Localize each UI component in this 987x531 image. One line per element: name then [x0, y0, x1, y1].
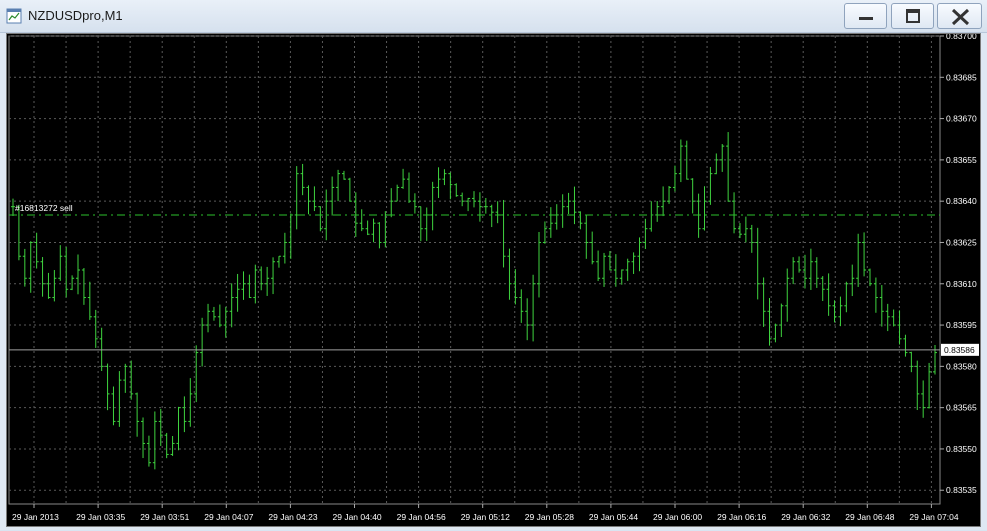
y-tick-label: 0.83550 [946, 444, 977, 454]
chart-window: NZDUSDpro,M1 0.83700 0.83685 0.83670 0.8365… [0, 0, 987, 530]
x-tick-label: 29 Jan 03:35 [76, 512, 125, 522]
x-tick-label: 29 Jan 03:51 [140, 512, 189, 522]
y-tick-label: 0.83610 [946, 279, 977, 289]
title-bar[interactable]: NZDUSDpro,M1 [0, 0, 987, 33]
x-tick-label: 29 Jan 2013 [12, 512, 59, 522]
y-tick-label: 0.83700 [946, 34, 977, 41]
y-tick-label: 0.83580 [946, 361, 977, 371]
y-tick-label: 0.83535 [946, 485, 977, 495]
maximize-button[interactable] [891, 3, 934, 29]
x-tick-label: 29 Jan 06:32 [781, 512, 830, 522]
x-tick-label: 29 Jan 07:04 [909, 512, 958, 522]
x-tick-label: 29 Jan 05:44 [589, 512, 638, 522]
x-tick-label: 29 Jan 04:40 [333, 512, 382, 522]
maximize-icon [906, 9, 920, 23]
minimize-icon [859, 17, 873, 20]
y-tick-label: 0.83670 [946, 114, 977, 124]
x-tick-label: 29 Jan 04:07 [204, 512, 253, 522]
y-tick-label: 0.83595 [946, 320, 977, 330]
x-tick-label: 29 Jan 06:00 [653, 512, 702, 522]
x-tick-label: 29 Jan 05:28 [525, 512, 574, 522]
y-tick-label: 0.83685 [946, 72, 977, 82]
price-chart[interactable]: 0.83700 0.83685 0.83670 0.83655 0.83640 0.836… [6, 31, 981, 527]
close-button[interactable] [937, 3, 982, 29]
x-tick-label: 29 Jan 04:56 [397, 512, 446, 522]
window-title: NZDUSDpro,M1 [28, 8, 123, 23]
close-icon [951, 8, 970, 26]
y-tick-label: 0.83565 [946, 403, 977, 413]
y-tick-label: 0.83640 [946, 196, 977, 206]
order-line-label: #16813272 sell [15, 203, 73, 213]
chart-window-icon [6, 8, 22, 24]
minimize-button[interactable] [844, 3, 887, 29]
x-tick-label: 29 Jan 06:48 [845, 512, 894, 522]
price-chart-canvas[interactable]: 0.83700 0.83685 0.83670 0.83655 0.83640 0.836… [7, 31, 980, 526]
bid-price-label: 0.83586 [944, 345, 975, 355]
x-tick-label: 29 Jan 04:23 [268, 512, 317, 522]
y-tick-label: 0.83625 [946, 237, 977, 247]
x-tick-label: 29 Jan 06:16 [717, 512, 766, 522]
x-tick-label: 29 Jan 05:12 [461, 512, 510, 522]
y-tick-label: 0.83655 [946, 155, 977, 165]
